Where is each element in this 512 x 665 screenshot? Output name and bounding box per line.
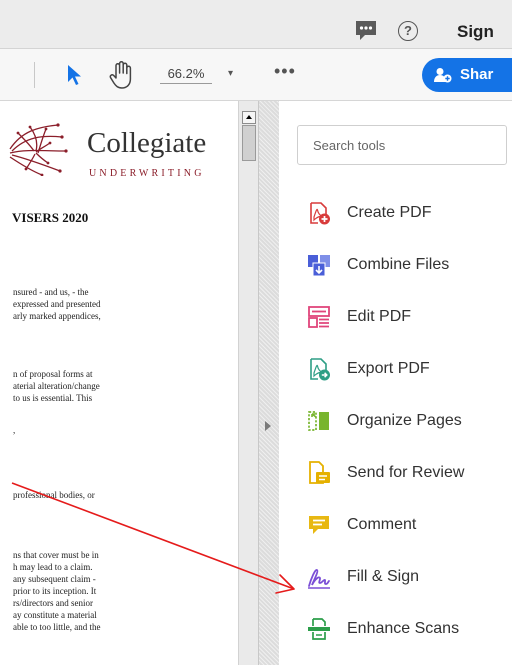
document-line: able to too little, and the xyxy=(13,622,101,632)
toolbar-divider xyxy=(34,62,35,88)
tool-organize-pages[interactable]: Organize Pages xyxy=(301,404,506,438)
comment-icon xyxy=(307,513,331,537)
tool-label: Edit PDF xyxy=(347,308,412,325)
enhance-scans-icon xyxy=(307,617,331,641)
tool-label: Fill & Sign xyxy=(347,568,420,585)
combine-files-icon xyxy=(307,253,331,277)
top-bar: ? Sign xyxy=(0,0,512,49)
tool-enhance-scans[interactable]: Enhance Scans xyxy=(301,612,506,646)
edit-pdf-icon xyxy=(307,305,331,329)
create-pdf-icon xyxy=(307,201,331,225)
document-line: expressed and presented xyxy=(13,299,101,309)
fill-sign-icon xyxy=(307,565,331,589)
tool-send-for-review[interactable]: Send for Review xyxy=(301,456,506,490)
export-pdf-icon xyxy=(307,357,331,381)
document-heading: VISERS 2020 xyxy=(12,210,89,225)
tool-bar: 66.2% ▾ ••• Shar xyxy=(0,49,512,101)
collapse-pane-arrow-icon[interactable] xyxy=(265,421,271,431)
document-line: aterial alteration/change xyxy=(13,381,100,391)
document-line: n of proposal forms at xyxy=(13,369,93,379)
search-tools-input[interactable] xyxy=(297,125,507,165)
document-line: rs/directors and senior xyxy=(13,598,93,608)
hand-tool-icon[interactable] xyxy=(108,60,134,90)
document-line: professional bodies, or xyxy=(13,490,95,500)
tool-label: Organize Pages xyxy=(347,412,462,429)
tool-edit-pdf[interactable]: Edit PDF xyxy=(301,300,506,334)
document-line: prior to its inception. It xyxy=(13,586,97,596)
document-scrollbar[interactable] xyxy=(238,101,258,665)
add-user-icon xyxy=(434,67,452,83)
organize-pages-icon xyxy=(307,409,331,433)
tool-export-pdf[interactable]: Export PDF xyxy=(301,352,506,386)
document-page[interactable]: Collegiate UNDERWRITING VISERS 2020 nsur… xyxy=(0,101,238,665)
document-line: , xyxy=(13,425,16,435)
document-line: nsured - and us, - the xyxy=(13,287,89,297)
document-line: to us is essential. This xyxy=(13,393,93,403)
document-line: ay constitute a material xyxy=(13,610,97,620)
zoom-level-field[interactable]: 66.2% xyxy=(160,66,212,84)
arrow-cursor-icon[interactable] xyxy=(66,64,82,86)
tools-pane: Create PDF Combine Files Edit PDF xyxy=(279,101,512,665)
scrollbar-thumb[interactable] xyxy=(242,125,256,161)
pane-splitter[interactable] xyxy=(258,101,279,665)
tool-label: Comment xyxy=(347,516,417,533)
document-line: h may lead to a claim. xyxy=(13,562,93,572)
tool-comment[interactable]: Comment xyxy=(301,508,506,542)
scroll-up-arrow-icon[interactable] xyxy=(242,111,256,124)
send-for-review-icon xyxy=(307,461,331,485)
tool-label: Create PDF xyxy=(347,204,432,221)
sign-in-link[interactable]: Sign xyxy=(457,22,494,42)
tool-label: Send for Review xyxy=(347,464,465,481)
document-line: arly marked appendices, xyxy=(13,311,101,321)
share-label: Shar xyxy=(460,66,494,83)
tool-label: Enhance Scans xyxy=(347,620,460,637)
zoom-dropdown-chevron-icon[interactable]: ▾ xyxy=(228,68,233,79)
tool-combine-files[interactable]: Combine Files xyxy=(301,248,506,282)
tool-label: Export PDF xyxy=(347,360,430,377)
logo-tagline: UNDERWRITING xyxy=(89,168,205,179)
tool-create-pdf[interactable]: Create PDF xyxy=(301,196,506,230)
document-line: ns that cover must be in xyxy=(13,550,99,560)
tool-fill-sign[interactable]: Fill & Sign xyxy=(301,560,506,594)
tool-label: Combine Files xyxy=(347,256,450,273)
collegiate-logo-icon xyxy=(0,121,75,177)
comment-bubble-icon[interactable] xyxy=(354,20,378,42)
share-button[interactable]: Shar xyxy=(422,58,512,92)
logo-name: Collegiate xyxy=(87,127,207,159)
document-line: any subsequent claim - xyxy=(13,574,96,584)
more-options-icon[interactable]: ••• xyxy=(274,61,296,82)
help-icon[interactable]: ? xyxy=(398,21,418,41)
